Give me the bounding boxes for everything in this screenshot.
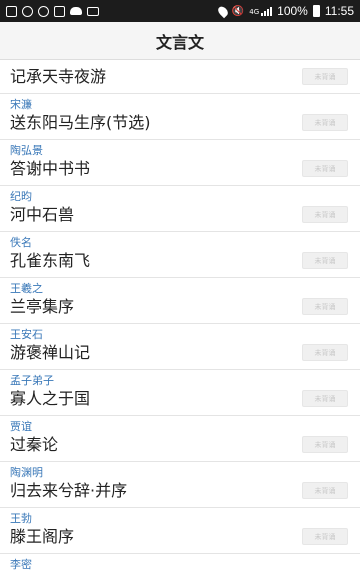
poem-title: 寡人之于国 — [10, 389, 91, 408]
notification-check-icon — [54, 5, 65, 17]
author-label: 陶渊明 — [10, 466, 43, 479]
recite-status-button[interactable]: 未背诵 — [302, 68, 348, 85]
poem-list: 记承天寺夜游 未背诵 宋濂 送东阳马生序(节选) 未背诵 陶弘景 答谢中书书 未背诵 纪昀 河中石… — [0, 60, 360, 580]
notification-chat-icon — [38, 5, 49, 17]
author-label: 王勃 — [10, 512, 32, 525]
recite-status-button[interactable]: 未背诵 — [302, 252, 348, 269]
poem-title: 送东阳马生序(节选) — [10, 113, 151, 132]
author-label: 纪昀 — [10, 190, 32, 203]
recite-status-button[interactable]: 未背诵 — [302, 482, 348, 499]
recite-status-button[interactable]: 未背诵 — [302, 344, 348, 361]
list-item[interactable]: 宋濂送东阳马生序(节选) 未背诵 — [0, 94, 360, 140]
list-item[interactable]: 王勃滕王阁序 未背诵 — [0, 508, 360, 554]
author-label: 王羲之 — [10, 282, 43, 295]
recite-status-button[interactable]: 未背诵 — [302, 390, 348, 407]
poem-title: 河中石兽 — [10, 205, 75, 224]
list-item[interactable]: 纪昀河中石兽 未背诵 — [0, 186, 360, 232]
list-item[interactable]: 贾谊过秦论 未背诵 — [0, 416, 360, 462]
recite-status-button[interactable]: 未背诵 — [302, 436, 348, 453]
poem-title: 滕王阁序 — [10, 527, 75, 546]
notification-message-icon — [22, 5, 33, 17]
battery-icon — [312, 5, 320, 17]
signal-icon: 4G — [249, 6, 273, 16]
list-item[interactable]: 王安石游褒禅山记 未背诵 — [0, 324, 360, 370]
author-label: 陶弘景 — [10, 144, 43, 157]
list-item[interactable]: 陶渊明归去来兮辞·并序 未背诵 — [0, 462, 360, 508]
clock: 11:55 — [324, 4, 354, 18]
author-label: 佚名 — [10, 236, 32, 249]
author-label: 贾谊 — [10, 420, 32, 433]
recite-status-button[interactable]: 未背诵 — [302, 114, 348, 131]
list-item[interactable]: 记承天寺夜游 未背诵 — [0, 60, 360, 94]
notification-app-icon — [6, 5, 17, 17]
poem-title: 过秦论 — [10, 435, 59, 454]
author-label: 宋濂 — [10, 98, 32, 111]
cloud-icon — [70, 7, 82, 15]
author-label: 李密 — [10, 558, 32, 571]
list-item[interactable]: 佚名孔雀东南飞 未背诵 — [0, 232, 360, 278]
author-label: 孟子弟子 — [10, 374, 54, 387]
poem-title: 孔雀东南飞 — [10, 251, 91, 270]
list-item[interactable]: 孟子弟子寡人之于国 未背诵 — [0, 370, 360, 416]
poem-title: 答谢中书书 — [10, 159, 91, 178]
recite-status-button[interactable]: 未背诵 — [302, 206, 348, 223]
list-item[interactable]: 李密 — [0, 554, 360, 580]
recite-status-button[interactable]: 未背诵 — [302, 160, 348, 177]
status-bar-notifications — [6, 5, 99, 17]
list-item[interactable]: 王羲之兰亭集序 未背诵 — [0, 278, 360, 324]
poem-title: 游褒禅山记 — [10, 343, 91, 362]
poem-title: 记承天寺夜游 — [10, 67, 107, 86]
mute-icon: 🔇 — [231, 5, 245, 17]
location-icon — [216, 4, 230, 18]
status-bar-system: 🔇 4G 100% 11:55 — [216, 4, 354, 18]
app-header: 文言文 — [0, 22, 360, 60]
poem-title: 兰亭集序 — [10, 297, 75, 316]
poem-title: 归去来兮辞·并序 — [10, 481, 128, 500]
image-icon — [87, 6, 99, 16]
recite-status-button[interactable]: 未背诵 — [302, 298, 348, 315]
recite-status-button[interactable]: 未背诵 — [302, 528, 348, 545]
battery-percent: 100% — [277, 4, 308, 18]
author-label: 王安石 — [10, 328, 43, 341]
page-title: 文言文 — [155, 32, 204, 52]
status-bar: 🔇 4G 100% 11:55 — [0, 0, 360, 22]
list-item[interactable]: 陶弘景答谢中书书 未背诵 — [0, 140, 360, 186]
